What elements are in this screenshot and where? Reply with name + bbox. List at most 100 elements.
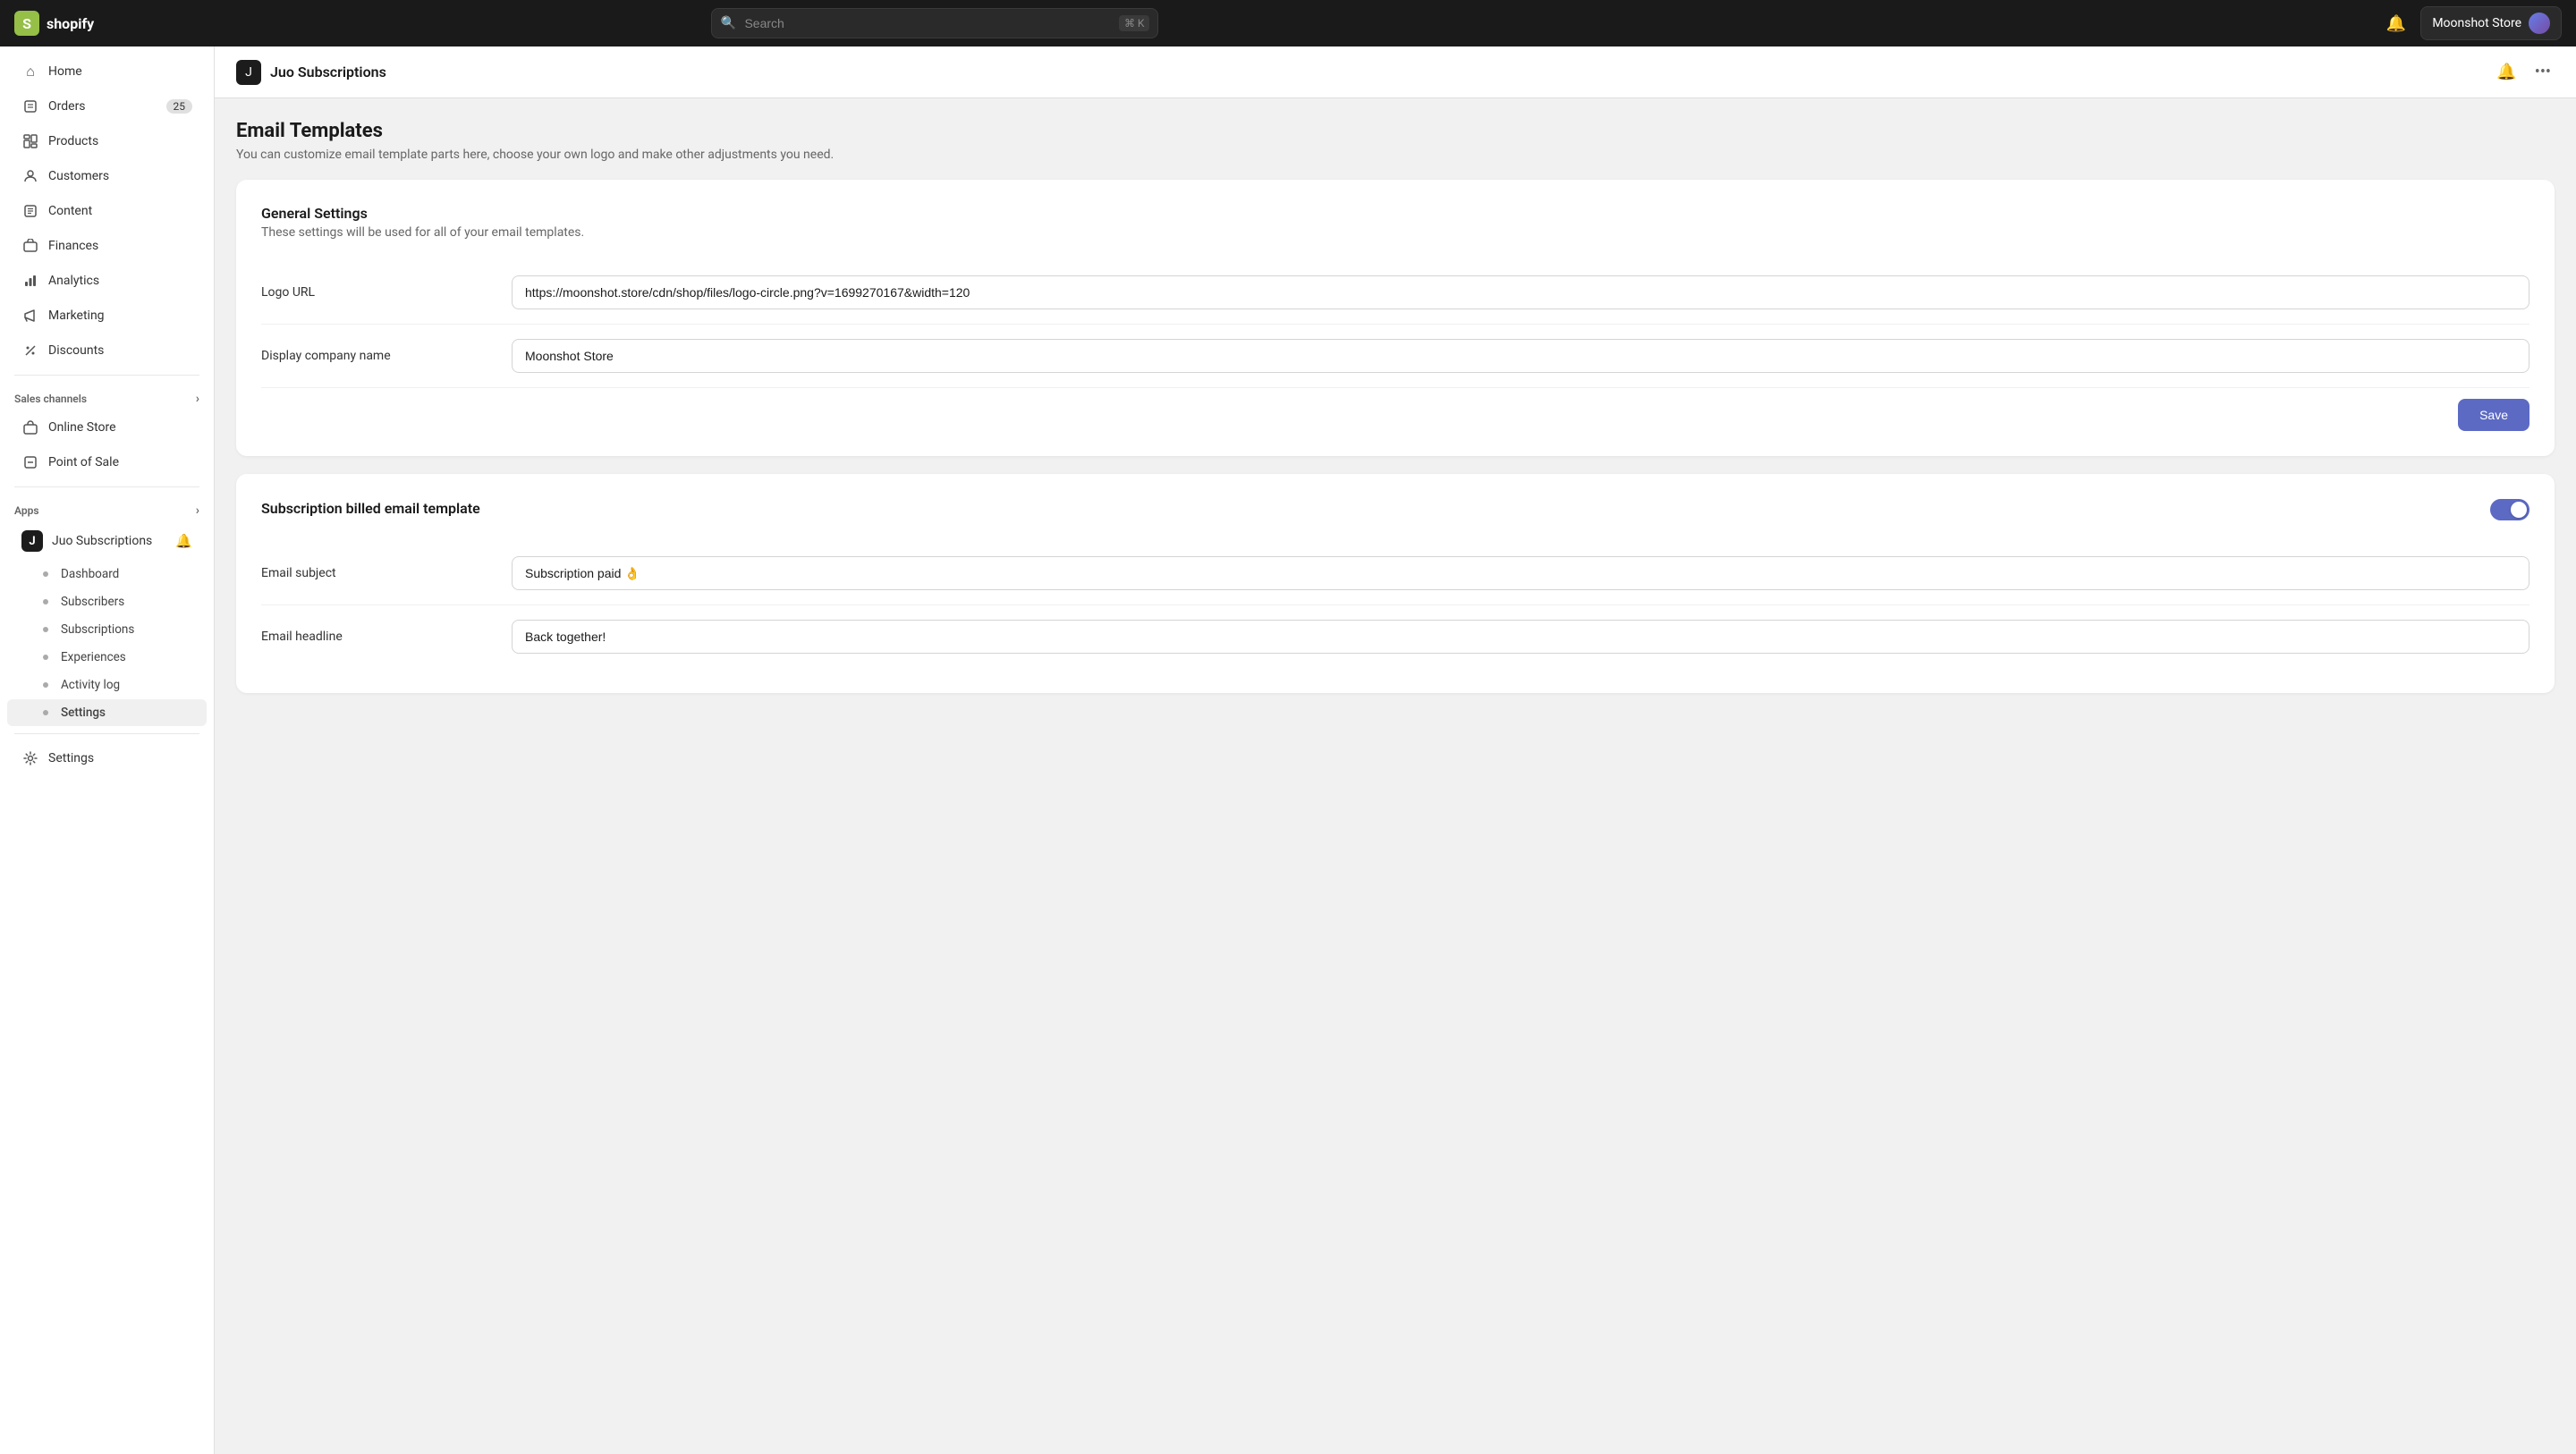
more-options-icon[interactable]: ••• — [2531, 59, 2555, 85]
bell-header-icon[interactable]: 🔔 — [2493, 59, 2520, 85]
search-bar: 🔍 ⌘ K — [711, 8, 1158, 38]
email-headline-input[interactable] — [512, 620, 2529, 654]
sidebar-item-customers[interactable]: Customers — [7, 159, 207, 193]
sub-label-subscriptions: Subscriptions — [61, 622, 134, 637]
shopify-logo[interactable]: S shopify — [14, 11, 94, 36]
sidebar-item-orders[interactable]: Orders 25 — [7, 89, 207, 123]
sub-label-dashboard: Dashboard — [61, 567, 119, 581]
sidebar-item-customers-label: Customers — [48, 169, 109, 183]
shopify-logo-icon: S — [14, 11, 39, 36]
customers-icon — [21, 167, 39, 185]
online-store-icon — [21, 418, 39, 436]
top-navigation: S shopify 🔍 ⌘ K 🔔 Moonshot Store — [0, 0, 2576, 46]
page-subtitle: You can customize email template parts h… — [236, 148, 2555, 162]
sidebar-item-products[interactable]: Products — [7, 124, 207, 158]
sidebar-item-finances[interactable]: Finances — [7, 229, 207, 263]
page-header-title: Juo Subscriptions — [270, 63, 386, 80]
sidebar-item-juo[interactable]: J Juo Subscriptions 🔔 — [7, 522, 207, 560]
sidebar-sub-subscriptions[interactable]: Subscriptions — [7, 616, 207, 643]
search-input[interactable] — [711, 8, 1158, 38]
page-header-left: J Juo Subscriptions — [236, 60, 386, 85]
notification-bell-icon[interactable]: 🔔 — [2383, 11, 2410, 37]
nav-right: 🔔 Moonshot Store — [2383, 6, 2562, 40]
divider-3 — [14, 733, 199, 734]
dot-icon — [43, 655, 48, 660]
divider-2 — [14, 486, 199, 487]
page-header-right: 🔔 ••• — [2493, 59, 2555, 85]
store-name: Moonshot Store — [2432, 16, 2521, 30]
apps-chevron[interactable]: › — [196, 503, 199, 518]
sales-channels-label: Sales channels — [14, 393, 87, 405]
logo-url-input[interactable] — [512, 275, 2529, 309]
content-icon — [21, 202, 39, 220]
sidebar-item-settings[interactable]: Settings — [7, 741, 207, 775]
store-avatar — [2529, 13, 2550, 34]
analytics-icon — [21, 272, 39, 290]
sidebar-item-content[interactable]: Content — [7, 194, 207, 228]
sidebar-item-discounts[interactable]: Discounts — [7, 334, 207, 368]
subscription-billed-card: Subscription billed email template Email… — [236, 474, 2555, 693]
main-content: J Juo Subscriptions 🔔 ••• Email Template… — [215, 46, 2576, 1454]
settings-label: Settings — [48, 751, 94, 765]
juo-bell-icon[interactable]: 🔔 — [175, 533, 192, 549]
sidebar-sub-dashboard[interactable]: Dashboard — [7, 561, 207, 588]
company-name-input[interactable] — [512, 339, 2529, 373]
sub-label-subscribers: Subscribers — [61, 595, 124, 609]
general-settings-card: General Settings These settings will be … — [236, 180, 2555, 456]
sales-channels-chevron[interactable]: › — [196, 392, 199, 406]
email-subject-input[interactable] — [512, 556, 2529, 590]
sales-channels-header: Sales channels › — [0, 383, 214, 410]
email-headline-field — [512, 620, 2529, 654]
sidebar-sub-settings[interactable]: Settings — [7, 699, 207, 726]
juo-app-icon: J — [21, 530, 43, 552]
sidebar-item-analytics[interactable]: Analytics — [7, 264, 207, 298]
finances-icon — [21, 237, 39, 255]
dot-icon — [43, 710, 48, 715]
settings-icon — [21, 749, 39, 767]
orders-badge: 25 — [166, 99, 193, 114]
apps-label: Apps — [14, 504, 39, 517]
email-subject-row: Email subject — [261, 542, 2529, 605]
sidebar-item-online-store[interactable]: Online Store — [7, 410, 207, 444]
sidebar-sub-activity-log[interactable]: Activity log — [7, 672, 207, 698]
save-row: Save — [261, 388, 2529, 431]
general-settings-subtitle: These settings will be used for all of y… — [261, 225, 2529, 240]
subscription-billed-toggle[interactable] — [2490, 499, 2529, 520]
dot-icon — [43, 627, 48, 632]
company-name-field — [512, 339, 2529, 373]
products-icon — [21, 132, 39, 150]
store-badge[interactable]: Moonshot Store — [2420, 6, 2562, 40]
sidebar-item-marketing[interactable]: Marketing — [7, 299, 207, 333]
page-header-app-icon: J — [236, 60, 261, 85]
email-subject-field — [512, 556, 2529, 590]
toggle-track — [2490, 499, 2529, 520]
page-intro: Email Templates You can customize email … — [236, 120, 2555, 162]
marketing-icon — [21, 307, 39, 325]
sidebar-sub-experiences[interactable]: Experiences — [7, 644, 207, 671]
sidebar-item-analytics-label: Analytics — [48, 274, 99, 288]
email-headline-row: Email headline — [261, 605, 2529, 668]
subscription-billed-title: Subscription billed email template — [261, 500, 480, 517]
sidebar-item-content-label: Content — [48, 204, 92, 218]
search-icon: 🔍 — [720, 16, 735, 30]
sidebar-item-pos[interactable]: Point of Sale — [7, 445, 207, 479]
sidebar-sub-subscribers[interactable]: Subscribers — [7, 588, 207, 615]
orders-icon — [21, 97, 39, 115]
save-button[interactable]: Save — [2458, 399, 2529, 431]
logo-url-label: Logo URL — [261, 285, 512, 300]
dot-icon — [43, 682, 48, 688]
pos-icon — [21, 453, 39, 471]
sidebar-item-orders-label: Orders — [48, 99, 86, 114]
sidebar-item-home[interactable]: ⌂ Home — [7, 55, 207, 89]
sub-label-experiences: Experiences — [61, 650, 126, 664]
sidebar-item-online-store-label: Online Store — [48, 420, 116, 435]
page-header: J Juo Subscriptions 🔔 ••• — [215, 46, 2576, 98]
home-icon: ⌂ — [21, 63, 39, 80]
sidebar-item-finances-label: Finances — [48, 239, 98, 253]
sidebar-item-home-label: Home — [48, 64, 82, 79]
email-subject-label: Email subject — [261, 566, 512, 580]
sidebar-item-discounts-label: Discounts — [48, 343, 104, 358]
page-title: Email Templates — [236, 120, 2555, 142]
apps-header: Apps › — [0, 495, 214, 521]
discounts-icon — [21, 342, 39, 359]
